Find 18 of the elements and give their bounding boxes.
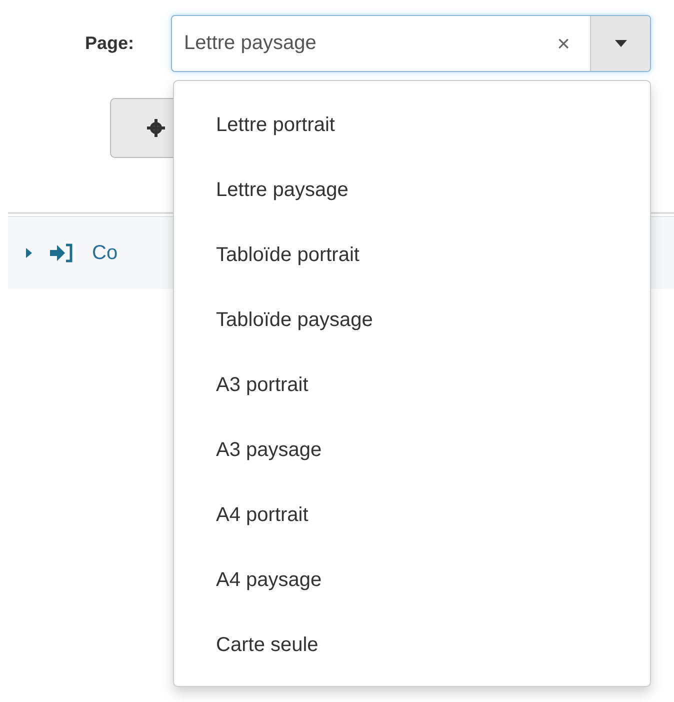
- page-select[interactable]: Lettre paysage ×: [171, 15, 652, 72]
- dropdown-option[interactable]: A3 portrait: [174, 353, 650, 418]
- dropdown-option[interactable]: Tabloïde paysage: [174, 288, 650, 353]
- dropdown-option[interactable]: Lettre paysage: [174, 158, 650, 223]
- caret-icon: [614, 40, 627, 47]
- dropdown-option[interactable]: Carte seule: [174, 613, 650, 678]
- dropdown-option[interactable]: A4 portrait: [174, 483, 650, 548]
- sign-in-icon: [50, 243, 74, 263]
- dropdown-option[interactable]: Tabloïde portrait: [174, 223, 650, 288]
- dropdown-toggle[interactable]: [590, 16, 650, 71]
- dropdown-option[interactable]: A4 paysage: [174, 548, 650, 613]
- panel-link[interactable]: Co: [92, 242, 118, 264]
- dropdown-option[interactable]: A3 paysage: [174, 418, 650, 483]
- expand-caret-icon[interactable]: [26, 248, 32, 258]
- gear-icon: [147, 119, 165, 137]
- clear-button[interactable]: ×: [537, 16, 590, 71]
- field-label: Page:: [85, 33, 134, 54]
- dropdown-option[interactable]: Lettre portrait: [174, 93, 650, 158]
